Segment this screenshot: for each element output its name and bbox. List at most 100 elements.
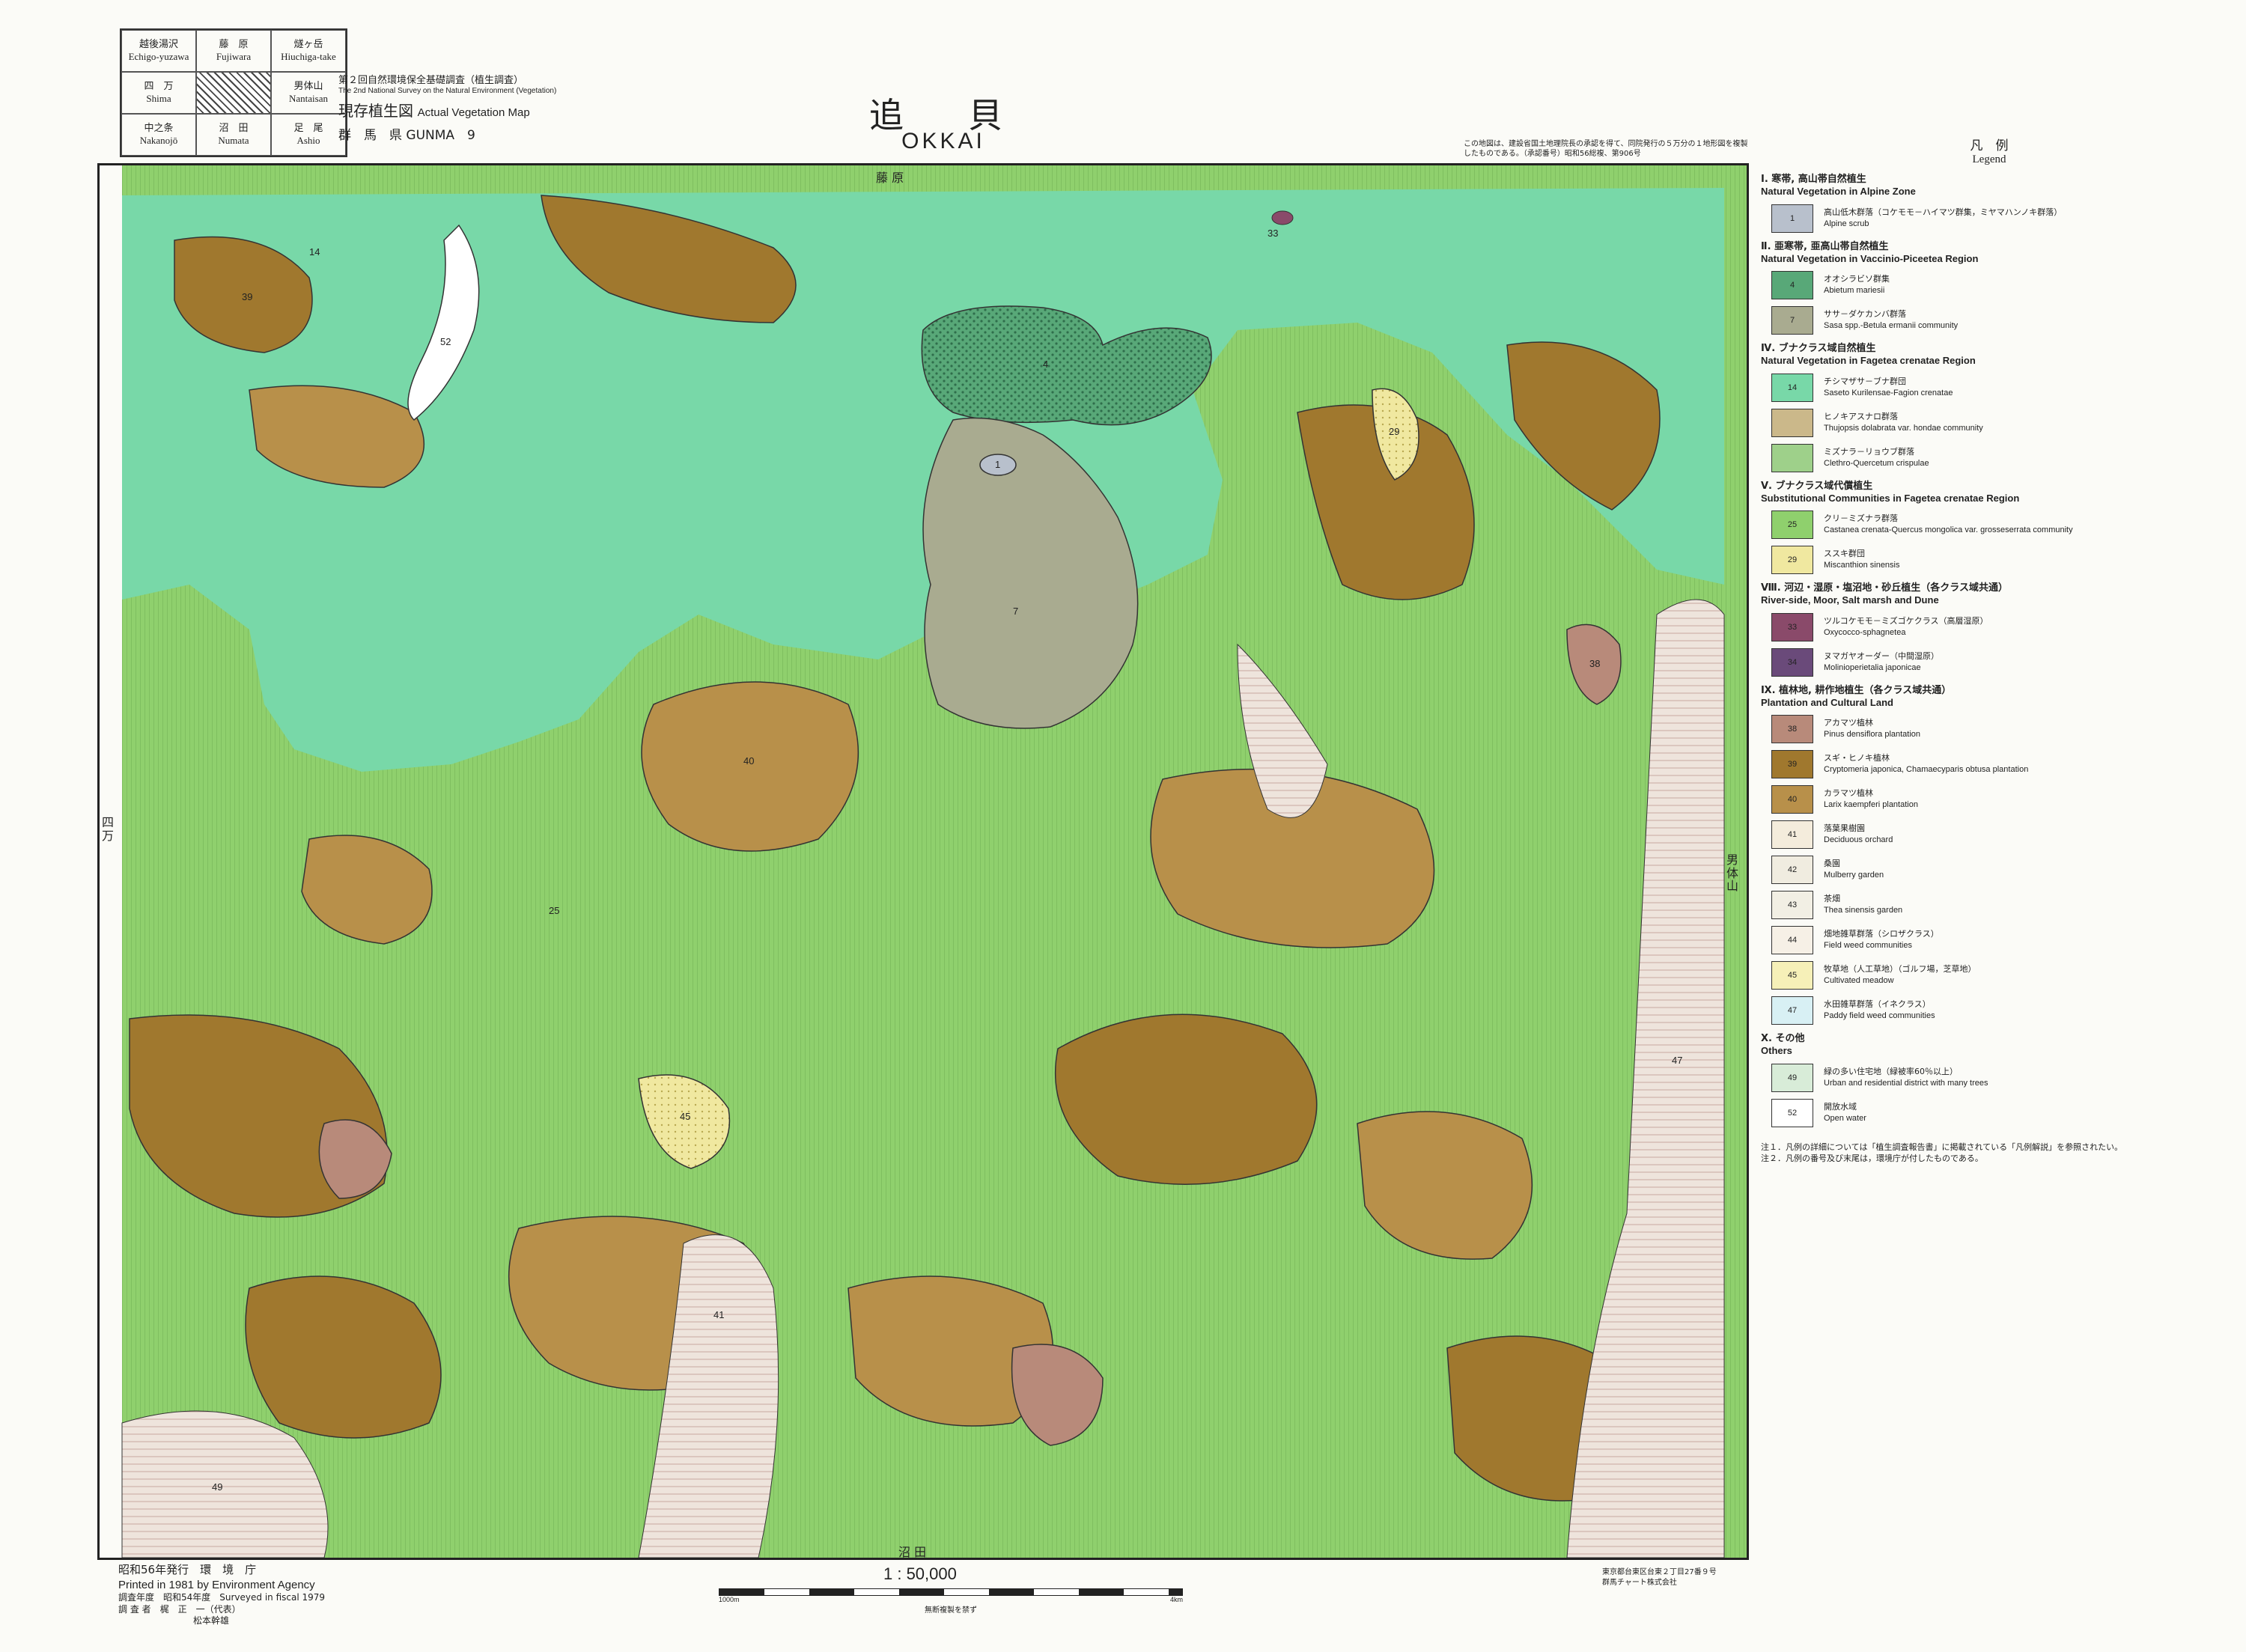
prefecture: 群 馬 県 GUNMA 9 (338, 128, 475, 143)
legend-item: 1 高山低木群落（コケモモ－ハイマツ群集，ミヤマハンノキ群落） Alpine scr… (1771, 204, 2218, 234)
map-code-label: 25 (549, 905, 559, 916)
legend-item: 45 牧草地（人工草地）（ゴルフ場，芝草地） Cultivated meadow (1771, 960, 2218, 990)
map-code-label: 40 (743, 755, 754, 766)
legend-item-en: Abietum mariesii (1824, 286, 1885, 295)
printer-info: 東京都台東区台東２丁目27番９号 群馬チャート株式会社 (1602, 1568, 1717, 1587)
map-code-label: 41 (713, 1309, 724, 1320)
footer-publisher: 昭和56年発行 環 境 庁 Printed in 1981 by Environ… (118, 1563, 325, 1627)
map-code-label: 45 (680, 1111, 690, 1122)
index-cell: 男体山 Nantaisan (271, 72, 346, 114)
legend-item-en: Miscanthion sinensis (1824, 561, 1900, 570)
legend-item-en: Larix kaempferi plantation (1824, 800, 1918, 809)
map-code-label: 4 (1043, 359, 1048, 370)
map-code-label: 7 (1013, 606, 1018, 617)
legend-item: 41 落葉果樹園 Deciduous orchard (1771, 820, 2218, 850)
legend-item-en: Pinus densiflora plantation (1824, 730, 1921, 739)
legend-item-en: Sasa spp.-Betula ermanii community (1824, 321, 1959, 330)
legend-item-jp: 桑園 (1824, 859, 1840, 869)
legend-item-jp: スギ・ヒノキ植林 (1824, 753, 1890, 763)
legend-item-jp: 緑の多い住宅地（緑被率60％以上） (1824, 1066, 1958, 1076)
legend-swatch: 33 (1771, 612, 1813, 641)
agency: 環 境 庁 (200, 1563, 257, 1576)
index-grid: 越後湯沢 Echigo-yuzawa 藤 原 Fujiwara 燧ヶ岳 Hiuchig… (120, 28, 347, 157)
legend-section-heading: Ⅹ. その他 Others (1761, 1033, 1805, 1057)
index-cell: 中之条 Nakanojō (121, 114, 196, 156)
legend-item-en: Clethro-Quercetum crispulae (1824, 458, 1929, 468)
legend-item: 44 畑地雑草群落（シロザクラス） Field weed communities (1771, 925, 2218, 955)
legend-item-jp: 茶畑 (1824, 894, 1840, 904)
legend-section-heading: Ⅰ. 寒帯, 高山帯自然植生 Natural Vegetation in Alpi… (1761, 174, 1916, 198)
surveyor2-line: 松本幹雄 (193, 1615, 230, 1627)
map-type: 現存植生図 Actual Vegetation Map (338, 102, 530, 120)
map-code-label: 39 (242, 291, 252, 302)
map-code-label: 14 (309, 246, 320, 257)
index-cell: 足 尾 Ashio (271, 114, 346, 156)
legend-item: 49 緑の多い住宅地（緑被率60％以上） Urban and residential… (1771, 1063, 2218, 1093)
legend-item-jp: クリ－ミズナラ群落 (1824, 513, 1898, 524)
legend-swatch: 52 (1771, 1098, 1813, 1127)
legend-section-heading: Ⅳ. ブナクラス域自然植生 Natural Vegetation in Faget… (1761, 343, 1976, 367)
index-cell: 四 万 Shima (121, 72, 196, 114)
legend-swatch (1771, 443, 1813, 472)
legend-item: 40 カラマツ植林 Larix kaempferi plantation (1771, 784, 2218, 814)
legend-item: ミズナラ－リョウブ群落 Clethro-Quercetum crispulae (1771, 443, 2218, 473)
legend-item: 39 スギ・ヒノキ植林 Cryptomeria japonica, Chamaecy… (1771, 749, 2218, 779)
legend-section-heading: Ⅴ. ブナクラス域代償植生 Substitutional Communities … (1761, 480, 2020, 504)
legend-item-en: Urban and residential district with many… (1824, 1078, 1988, 1088)
map-code-label: 29 (1389, 426, 1399, 437)
legend-item: 14 チシマザサ－ブナ群団 Saseto Kurilensae-Fagion cre… (1771, 373, 2218, 403)
legend-item-en: Oxycocco-sphagnetea (1824, 627, 1906, 637)
legend-section-heading: Ⅱ. 亜寒帯, 亜高山帯自然植生 Natural Vegetation in Va… (1761, 240, 1979, 264)
issued-date: 昭和56年発行 (118, 1563, 189, 1576)
legend-item: 4 オオシラビソ群集 Abietum mariesii (1771, 270, 2218, 300)
legend-item-jp: チシマザサ－ブナ群団 (1824, 376, 1906, 386)
legend-swatch: 43 (1771, 891, 1813, 919)
map-code-label: 38 (1589, 658, 1600, 669)
legend-section-heading: Ⅸ. 植林地, 耕作地植生（各クラス域共通） Plantation and Cul… (1761, 684, 1952, 708)
moor-patch (1271, 210, 1294, 225)
legend-item-jp: 畑地雑草群落（シロザクラス） (1824, 929, 1939, 939)
legend-swatch: 4 (1771, 271, 1813, 299)
legend-swatch: 25 (1771, 510, 1813, 539)
legend-item-en: Thea sinensis garden (1824, 906, 1903, 915)
map-canvas: 14 7 1 4 25 39 40 38 41 47 52 29 45 49 3… (100, 165, 1747, 1558)
legend-item-en: Mulberry garden (1824, 871, 1884, 880)
legend-swatch: 44 (1771, 926, 1813, 954)
legend-item-en: Molinioperietalia japonicae (1824, 662, 1921, 672)
legend-item-en: Alpine scrub (1824, 219, 1869, 228)
legend-title-jp: 凡 例 (1970, 138, 2009, 153)
legend-item-jp: 牧草地（人工草地）（ゴルフ場，芝草地） (1824, 964, 1976, 975)
legend-item-jp: ミズナラ－リョウブ群落 (1824, 446, 1914, 457)
legend-item-en: Open water (1824, 1113, 1866, 1123)
legend-item: 29 ススキ群団 Miscanthion sinensis (1771, 545, 2218, 575)
legend-item-jp: ヌマガヤオーダー（中間湿原） (1824, 650, 1939, 661)
surveyors-line: 調 査 者 梶 正 一（代表） (118, 1603, 241, 1615)
map-code-label: 49 (212, 1481, 222, 1493)
legend-item-jp: 水田雑草群落（イネクラス） (1824, 999, 1931, 1010)
legend-item-en: Saseto Kurilensae-Fagion crenatae (1824, 388, 1953, 397)
legend-item-en: Cultivated meadow (1824, 976, 1894, 985)
map-edge-left: 四 万 (102, 815, 115, 843)
legend-item: 47 水田雑草群落（イネクラス） Paddy field weed communit… (1771, 996, 2218, 1025)
index-cell: 越後湯沢 Echigo-yuzawa (121, 30, 196, 72)
legend-item: 42 桑園 Mulberry garden (1771, 855, 2218, 885)
legend-swatch (1771, 408, 1813, 437)
scale-ratio: 1 : 50,000 (883, 1564, 957, 1583)
legend-section-heading: Ⅷ. 河辺・湿原・塩沼地・砂丘植生（各クラス域共通） River-side, Mo… (1761, 582, 2008, 606)
map-code-label: 33 (1267, 228, 1278, 239)
legend-item: 33 ツルコケモモ－ミズゴケクラス（高層湿原） Oxycocco-sphagnete… (1771, 612, 2218, 642)
scale-left-label: 1000m (719, 1596, 740, 1603)
map-code-label: 1 (995, 459, 1000, 470)
legend-swatch: 38 (1771, 715, 1813, 743)
legend-swatch: 14 (1771, 373, 1813, 402)
approval-note: この地図は、建設省国土地理院長の承認を得て、同院発行の５万分の１地形図を複製した… (1464, 140, 1748, 158)
surveyed-line: 調査年度 昭和54年度 Surveyed in fiscal 1979 (118, 1592, 326, 1603)
index-cell: 燧ヶ岳 Hiuchiga-take (271, 30, 346, 72)
legend-item-en: Deciduous orchard (1824, 835, 1893, 844)
legend-swatch: 45 (1771, 961, 1813, 990)
legend-item: 25 クリ－ミズナラ群落 Castanea crenata-Quercus mong… (1771, 510, 2218, 540)
vegetation-map: 14 7 1 4 25 39 40 38 41 47 52 29 45 49 3… (97, 163, 1749, 1560)
legend-item-jp: ツルコケモモ－ミズゴケクラス（高層湿原） (1824, 615, 1988, 626)
legend-body: Ⅰ. 寒帯, 高山帯自然植生 Natural Vegetation in Alpi… (1761, 174, 2218, 1128)
map-edge-right: 男体山 (1726, 853, 1739, 894)
